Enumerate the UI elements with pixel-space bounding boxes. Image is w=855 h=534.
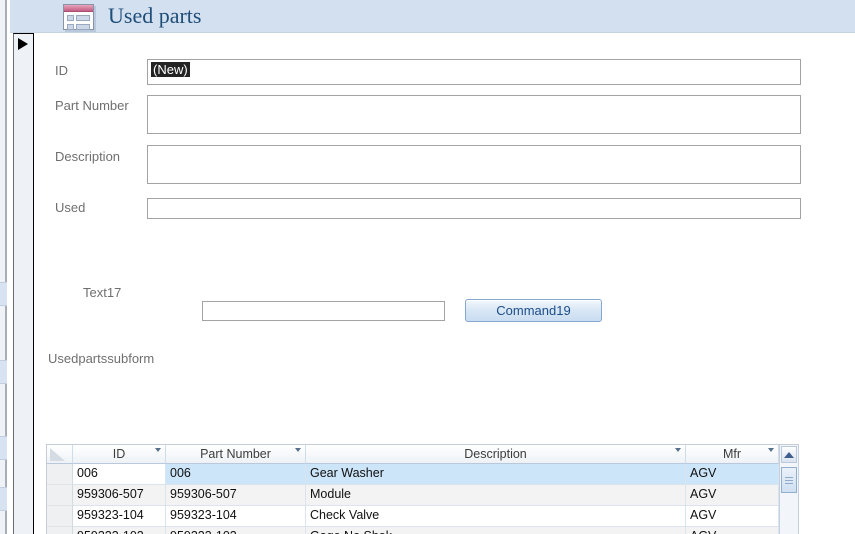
cell-mfr[interactable]: AGV [686, 527, 779, 534]
row-selector[interactable] [47, 527, 73, 534]
cell-description[interactable]: Check Valve [306, 506, 686, 527]
table-row: 959306-507 959306-507 Module AGV [47, 485, 779, 506]
cell-id[interactable]: 959323-102 [73, 527, 166, 534]
cell-description[interactable]: Module [306, 485, 686, 506]
used-label: Used [55, 200, 86, 215]
row-selector[interactable] [47, 464, 73, 485]
column-header-description[interactable]: Description [306, 445, 686, 464]
text17-label: Text17 [83, 285, 122, 300]
select-all-corner[interactable] [47, 445, 73, 464]
row-selector[interactable] [47, 506, 73, 527]
cell-description[interactable]: Gear Washer [306, 464, 686, 485]
nav-pane-item-edge [0, 282, 7, 306]
table-row: 959323-104 959323-104 Check Valve AGV [47, 506, 779, 527]
cell-part-number[interactable]: 006 [166, 464, 306, 485]
id-field[interactable]: (New) [147, 59, 801, 85]
row-selector[interactable] [47, 485, 73, 506]
record-selector-bar[interactable] [13, 33, 34, 534]
vertical-scrollbar[interactable] [779, 445, 799, 534]
used-field[interactable] [147, 198, 801, 219]
subform-label: Usedpartssubform [48, 351, 155, 366]
column-dropdown-icon[interactable] [675, 448, 681, 452]
scrollbar-grip-icon [785, 477, 793, 484]
scroll-up-button[interactable] [781, 446, 797, 463]
cell-id[interactable]: 959306-507 [73, 485, 166, 506]
select-all-icon [50, 448, 65, 461]
column-header-id[interactable]: ID [73, 445, 166, 464]
column-header-part-number[interactable]: Part Number [166, 445, 306, 464]
cell-description[interactable]: Gage No Shok [306, 527, 686, 534]
description-label: Description [55, 149, 121, 164]
column-dropdown-icon[interactable] [295, 448, 301, 452]
column-dropdown-icon[interactable] [768, 448, 774, 452]
cell-part-number[interactable]: 959323-104 [166, 506, 306, 527]
description-field[interactable] [147, 145, 801, 184]
column-dropdown-icon[interactable] [155, 448, 161, 452]
cell-id[interactable]: 006 [73, 464, 166, 485]
command19-button[interactable]: Command19 [465, 299, 602, 322]
id-field-selected-value: (New) [151, 62, 190, 77]
nav-pane-item-edge [0, 436, 7, 460]
page-title: Used parts [108, 3, 202, 28]
cell-mfr[interactable]: AGV [686, 506, 779, 527]
nav-pane-edge [0, 0, 7, 534]
datasheet-header-row: ID Part Number Description Mfr [47, 445, 779, 464]
scroll-up-icon [784, 451, 794, 458]
cell-id[interactable]: 959323-104 [73, 506, 166, 527]
id-label: ID [55, 63, 68, 78]
cell-part-number[interactable]: 959323-102 [166, 527, 306, 534]
nav-pane-item-edge [0, 487, 7, 511]
column-header-mfr[interactable]: Mfr [686, 445, 779, 464]
table-row: 006 006 Gear Washer AGV [47, 464, 779, 485]
used-parts-subform-datasheet: ID Part Number Description Mfr 006 006 G… [46, 444, 799, 534]
part-number-field[interactable] [147, 95, 801, 134]
form-icon [63, 4, 94, 30]
part-number-label: Part Number [55, 98, 129, 113]
nav-pane-item-edge [0, 360, 7, 384]
cell-mfr[interactable]: AGV [686, 464, 779, 485]
cell-part-number[interactable]: 959306-507 [166, 485, 306, 506]
scrollbar-thumb[interactable] [781, 467, 797, 493]
cell-mfr[interactable]: AGV [686, 485, 779, 506]
current-record-arrow-icon [18, 38, 28, 50]
table-row: 959323-102 959323-102 Gage No Shok AGV [47, 527, 779, 534]
text17-field[interactable] [202, 301, 445, 321]
form-header: Used parts [10, 0, 855, 33]
